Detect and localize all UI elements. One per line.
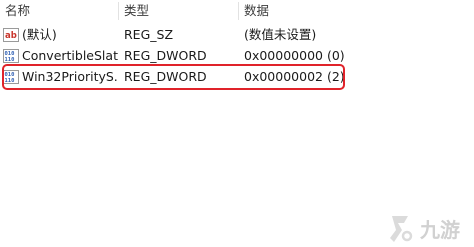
value-name: Win32PriorityS... (22, 69, 118, 84)
registry-value-row[interactable]: 010 110 Win32PriorityS... REG_DWORD 0x00… (0, 66, 474, 88)
dword-value-icon: 010 110 (3, 70, 19, 84)
svg-text:110: 110 (5, 78, 15, 84)
value-name: (默认) (22, 27, 57, 42)
column-header-bar: 名称 类型 数据 (0, 0, 474, 22)
column-divider[interactable] (238, 2, 239, 20)
value-data: (数值未设置) (244, 27, 317, 42)
dword-value-icon: 010 110 (3, 49, 19, 63)
column-divider[interactable] (118, 2, 119, 20)
string-value-icon: ab (3, 28, 19, 42)
value-data: 0x00000000 (0) (244, 48, 345, 63)
value-name: ConvertibleSlat... (22, 48, 118, 63)
value-data: 0x00000002 (2) (244, 69, 345, 84)
registry-value-row[interactable]: 010 110 ConvertibleSlat... REG_DWORD 0x0… (0, 45, 474, 67)
watermark-text: 九游 (419, 218, 460, 242)
column-header-data[interactable]: 数据 (244, 0, 269, 22)
svg-text:110: 110 (5, 57, 15, 63)
column-header-name[interactable]: 名称 (5, 0, 30, 22)
value-type: REG_SZ (124, 27, 174, 42)
column-header-type[interactable]: 类型 (124, 0, 149, 22)
value-type: REG_DWORD (124, 48, 207, 63)
watermark-logo: 九游 (390, 216, 460, 242)
svg-text:ab: ab (5, 31, 17, 41)
value-type: REG_DWORD (124, 69, 207, 84)
registry-value-row[interactable]: ab (默认) REG_SZ (数值未设置) (0, 24, 474, 46)
